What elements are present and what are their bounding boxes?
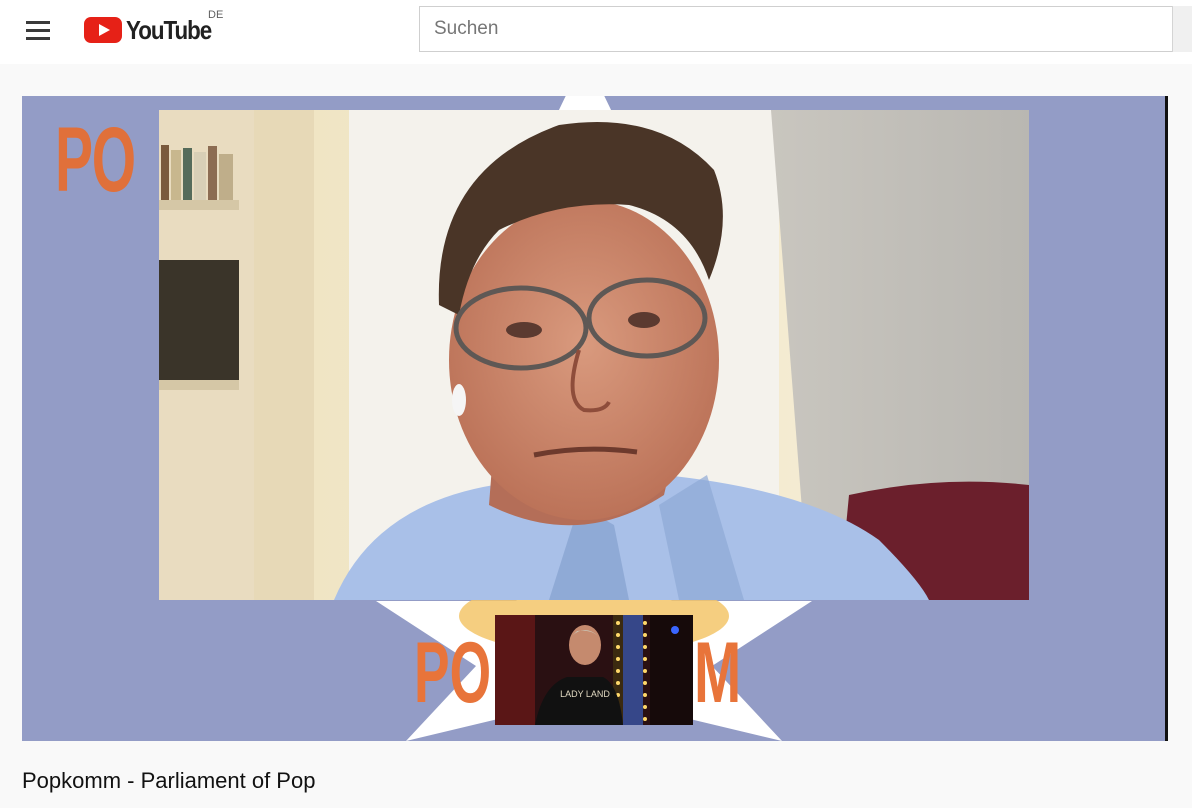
youtube-logo[interactable]: YouTube DE <box>84 9 234 48</box>
country-code: DE <box>208 9 224 21</box>
search-button[interactable] <box>1172 6 1192 52</box>
pip-video-frame: LADY LAND <box>495 615 693 725</box>
logo-text: YouTube <box>126 15 212 45</box>
search-box <box>419 6 1179 52</box>
menu-icon[interactable] <box>24 18 52 42</box>
main-video-frame <box>159 110 1029 600</box>
host-video: LADY LAND <box>495 615 693 725</box>
masthead: YouTube DE <box>0 0 1192 64</box>
popkomm-logo-left: PO <box>55 109 136 211</box>
player-edge <box>1165 96 1168 741</box>
popkomm-logo-bottom-right: M <box>694 625 742 721</box>
pip-shirt-text: LADY LAND <box>560 689 610 699</box>
popkomm-logo-bottom-left: PO <box>414 625 492 721</box>
speaker-video <box>159 110 1029 600</box>
video-player[interactable]: PO PO M LADY LAND <box>22 96 1168 741</box>
search-input[interactable] <box>420 7 1172 51</box>
video-title: Popkomm - Parliament of Pop <box>22 768 316 793</box>
youtube-play-icon <box>84 17 122 43</box>
